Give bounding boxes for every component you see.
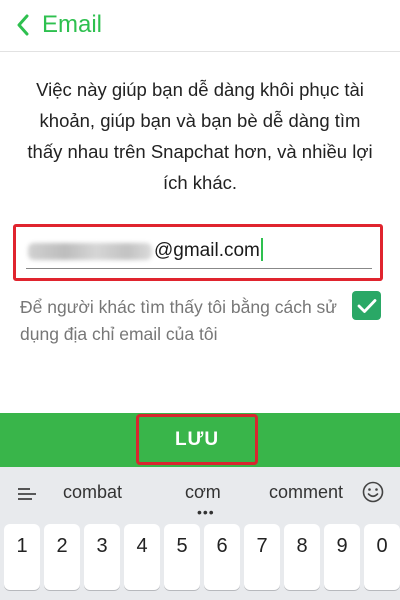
key-1[interactable]: 1 [4, 524, 40, 590]
key-2[interactable]: 2 [44, 524, 80, 590]
email-field[interactable]: @gmail.com [26, 235, 372, 269]
emoji-smile-icon[interactable] [362, 481, 384, 503]
key-8[interactable]: 8 [284, 524, 320, 590]
email-field-highlight: @gmail.com [13, 224, 383, 281]
save-button[interactable]: LƯU [136, 414, 258, 465]
email-domain: @gmail.com [154, 240, 260, 261]
keyboard: combat cơm ••• comment 1 2 3 4 5 6 7 8 9… [0, 467, 400, 600]
key-6[interactable]: 6 [204, 524, 240, 590]
blurred-username [28, 243, 152, 260]
suggestion-1[interactable]: combat [63, 481, 122, 503]
key-5[interactable]: 5 [164, 524, 200, 590]
page-title: Email [42, 11, 103, 38]
find-me-label: Để người khác tìm thấy tôi bằng cách sử … [20, 297, 337, 344]
key-7[interactable]: 7 [244, 524, 280, 590]
key-9[interactable]: 9 [324, 524, 360, 590]
back-button[interactable] [8, 10, 38, 40]
text-cursor [260, 238, 263, 261]
suggestion-2[interactable]: cơm [185, 481, 221, 503]
chevron-left-icon [17, 14, 29, 36]
key-4[interactable]: 4 [124, 524, 160, 590]
more-suggestions-dots[interactable]: ••• [197, 505, 215, 519]
number-key-row: 1 2 3 4 5 6 7 8 9 0 [0, 524, 400, 600]
header-bar: Email [0, 0, 400, 52]
check-icon [357, 298, 376, 313]
suggestion-3[interactable]: comment [269, 481, 353, 503]
save-bar[interactable]: LƯU [0, 413, 400, 467]
key-0[interactable]: 0 [364, 524, 400, 590]
menu-lines-icon[interactable] [17, 484, 37, 504]
find-me-checkbox[interactable] [352, 291, 381, 320]
suggestion-strip: combat cơm ••• comment [0, 467, 400, 519]
email-value: @gmail.com [154, 238, 263, 264]
description-text: Việc này giúp bạn dễ dàng khôi phục tài … [27, 79, 373, 193]
key-3[interactable]: 3 [84, 524, 120, 590]
